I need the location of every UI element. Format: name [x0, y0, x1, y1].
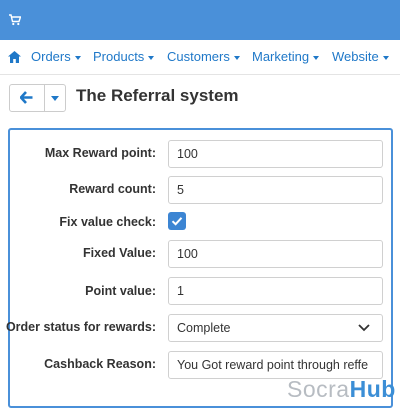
nav-customers[interactable]: Customers	[167, 49, 240, 64]
chevron-down-icon	[148, 55, 155, 60]
chevron-down-icon	[313, 55, 320, 60]
chevron-down-icon	[358, 324, 370, 332]
order-status-value: Complete	[177, 321, 231, 335]
reward-count-label: Reward count:	[69, 182, 156, 196]
nav-website[interactable]: Website	[332, 49, 389, 64]
watermark-part-1: Socra	[287, 376, 350, 402]
nav-website-label: Website	[332, 49, 379, 64]
check-icon	[171, 217, 183, 226]
cart-icon[interactable]	[9, 14, 21, 26]
top-bar	[0, 0, 400, 40]
nav-orders-label: Orders	[31, 49, 71, 64]
max-reward-point-input[interactable]: 100	[168, 140, 383, 168]
order-status-select[interactable]: Complete	[168, 314, 383, 342]
chevron-down-icon	[233, 55, 240, 60]
fixed-value-input[interactable]: 100	[168, 240, 383, 268]
nav-marketing[interactable]: Marketing	[252, 49, 320, 64]
fix-value-checkbox[interactable]	[168, 212, 186, 230]
page-title: The Referral system	[76, 86, 239, 105]
back-button-group	[9, 84, 66, 112]
chevron-down-icon	[51, 96, 59, 101]
max-reward-point-label: Max Reward point:	[44, 146, 156, 160]
order-status-label: Order status for rewards:	[5, 320, 156, 334]
point-value-input[interactable]: 1	[168, 277, 383, 305]
watermark-part-2: Hub	[349, 376, 396, 402]
chevron-down-icon	[74, 55, 81, 60]
back-button[interactable]	[10, 85, 45, 111]
arrow-left-icon	[20, 91, 33, 104]
point-value-label: Point value:	[85, 284, 156, 298]
fixed-value-label: Fixed Value:	[83, 246, 156, 260]
chevron-down-icon	[382, 55, 389, 60]
cashback-reason-input[interactable]: You Got reward point through reffe	[168, 351, 383, 379]
nav-products-label: Products	[93, 49, 145, 64]
nav-customers-label: Customers	[167, 49, 230, 64]
home-icon[interactable]	[8, 51, 21, 63]
watermark-logo: SocraHub	[287, 376, 396, 403]
main-nav: Orders Products Customers Marketing Webs…	[0, 40, 400, 75]
nav-orders[interactable]: Orders	[31, 49, 81, 64]
fix-value-check-label: Fix value check:	[59, 215, 156, 229]
nav-marketing-label: Marketing	[252, 49, 310, 64]
back-dropdown-toggle[interactable]	[44, 85, 65, 111]
cashback-reason-label: Cashback Reason:	[44, 357, 156, 371]
reward-count-input[interactable]: 5	[168, 176, 383, 204]
nav-products[interactable]: Products	[93, 49, 155, 64]
